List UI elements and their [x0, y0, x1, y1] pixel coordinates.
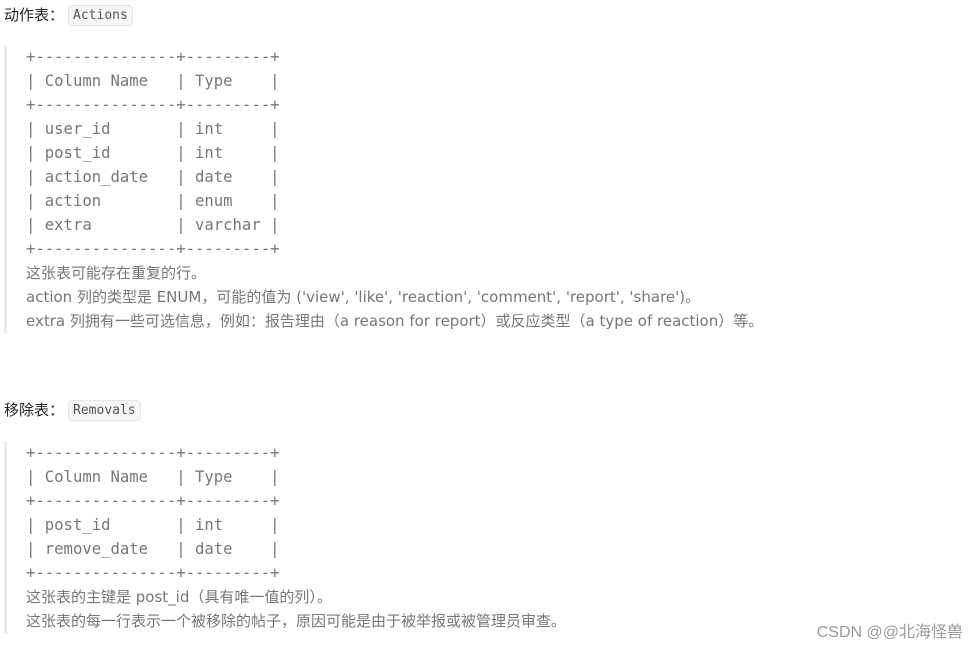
table-header: | Column Name | Type | [26, 468, 280, 486]
removals-schema-table: +---------------+---------+ | Column Nam… [26, 441, 566, 585]
actions-note-extra: extra 列拥有一些可选信息，例如：报告理由（a reason for rep… [26, 312, 764, 330]
table-row: | remove_date | date | [26, 540, 280, 558]
table-row: | extra | varchar | [26, 216, 280, 234]
table-row: | post_id | int | [26, 516, 280, 534]
removals-note-primary-key: 这张表的主键是 post_id（具有唯一值的列）。 [26, 588, 332, 606]
table-row: | post_id | int | [26, 144, 280, 162]
actions-schema-block: +---------------+---------+ | Column Nam… [4, 45, 763, 333]
removals-note-meaning: 这张表的每一行表示一个被移除的帖子，原因可能是由于被举报或被管理员审查。 [26, 612, 567, 630]
table-header: | Column Name | Type | [26, 72, 280, 90]
actions-note-enum: action 列的类型是 ENUM，可能的值为 ('view', 'like',… [26, 288, 701, 306]
table-border: +---------------+---------+ [26, 48, 280, 66]
removals-heading: 移除表： Removals [4, 399, 141, 421]
removals-table-name: Removals [68, 399, 141, 421]
table-border: +---------------+---------+ [26, 444, 280, 462]
actions-heading-label: 动作表： [4, 6, 65, 24]
table-row: | action | enum | [26, 192, 280, 210]
table-row: | user_id | int | [26, 120, 280, 138]
table-border: +---------------+---------+ [26, 492, 280, 510]
actions-table-name: Actions [68, 4, 133, 26]
table-border: +---------------+---------+ [26, 240, 280, 258]
actions-schema-table: +---------------+---------+ | Column Nam… [26, 45, 763, 261]
table-row: | action_date | date | [26, 168, 280, 186]
csdn-watermark: CSDN @@北海怪兽 [816, 624, 963, 641]
table-border: +---------------+---------+ [26, 96, 280, 114]
actions-heading: 动作表： Actions [4, 4, 133, 26]
removals-schema-block: +---------------+---------+ | Column Nam… [4, 441, 566, 633]
actions-note-duplicates: 这张表可能存在重复的行。 [26, 264, 207, 282]
table-border: +---------------+---------+ [26, 564, 280, 582]
removals-heading-label: 移除表： [4, 401, 65, 419]
